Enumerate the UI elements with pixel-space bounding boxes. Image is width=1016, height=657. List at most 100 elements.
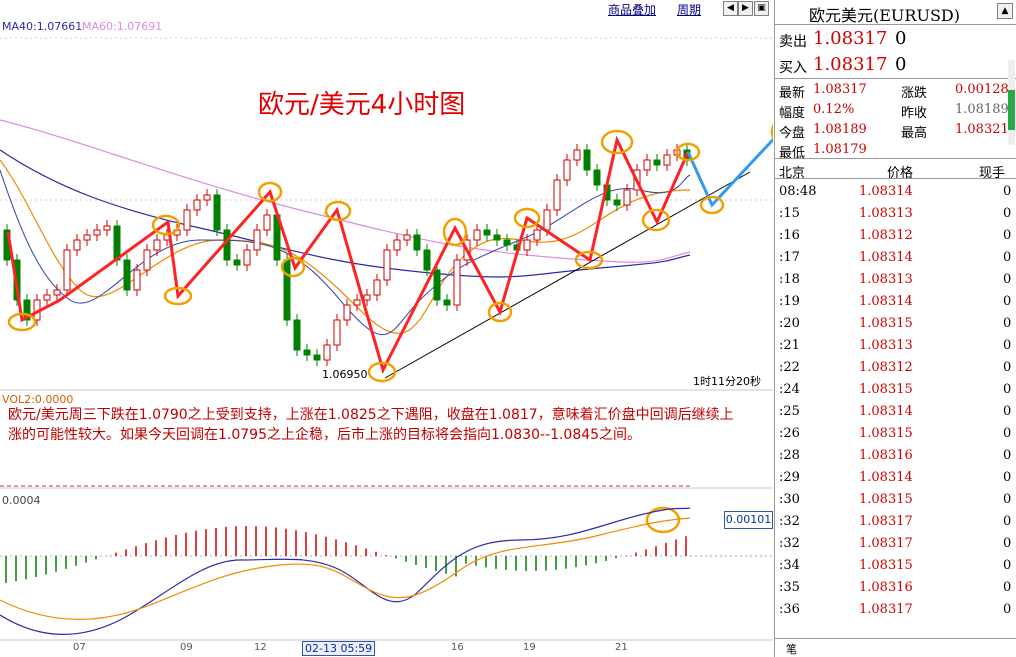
tick-time: :15 xyxy=(779,206,800,221)
chart-toolbar: MA40:1.07661 MA60:1.07691 商品叠加 周期 ◀ ▶ ▣ xyxy=(0,0,773,33)
macd-value-box: 0.00101 xyxy=(724,511,773,529)
x-tick: 07 xyxy=(73,642,86,653)
tick-time: :16 xyxy=(779,228,800,243)
candle-body xyxy=(503,239,511,246)
candle-body xyxy=(193,199,201,211)
candle-body xyxy=(373,279,381,296)
buy-label: 买入 xyxy=(779,60,807,76)
tick-qty: 0 xyxy=(1003,184,1012,199)
sell-row: 卖出 1.08317 0 xyxy=(775,26,1016,52)
tick-time: :30 xyxy=(779,492,800,507)
candle-body xyxy=(83,234,91,241)
candle-body xyxy=(293,319,301,351)
tick-price: 1.08315 xyxy=(859,382,913,397)
x-tick: 19 xyxy=(523,642,536,653)
candle-body xyxy=(123,259,131,291)
tick-time: :28 xyxy=(779,448,800,463)
tick-qty: 0 xyxy=(1003,404,1012,419)
candle-body xyxy=(143,249,151,271)
candle-body xyxy=(363,294,371,301)
scrollbar-thumb[interactable] xyxy=(1008,90,1015,130)
candle-body xyxy=(43,294,51,301)
tick-price: 1.08316 xyxy=(859,580,913,595)
tick-time: :18 xyxy=(779,272,800,287)
tick-price: 1.08317 xyxy=(859,536,913,551)
candle-body xyxy=(103,225,111,231)
tick-row: :21 1.08313 0 xyxy=(775,336,1011,358)
tick-qty: 0 xyxy=(1003,250,1012,265)
ma60-legend: MA60:1.07691 xyxy=(82,20,163,33)
tick-row: :35 1.08316 0 xyxy=(775,578,1011,600)
tick-row: :25 1.08314 0 xyxy=(775,402,1011,424)
stat-value: 0.00128 xyxy=(955,82,1009,97)
stat-value: 1.08317 xyxy=(813,82,867,97)
stat-value: 1.08179 xyxy=(813,142,867,157)
tick-row: :32 1.08317 0 xyxy=(775,512,1011,534)
tick-row: :19 1.08314 0 xyxy=(775,292,1011,314)
candle-body xyxy=(133,269,141,291)
candle-body xyxy=(453,259,461,306)
tick-row: :36 1.08317 0 xyxy=(775,600,1011,622)
buy-price: 1.08317 xyxy=(813,54,888,75)
candlesticks xyxy=(3,144,691,366)
candle-body xyxy=(263,214,271,231)
tick-row: :15 1.08313 0 xyxy=(775,204,1011,226)
stat-value: 0.12% xyxy=(813,102,855,117)
zoom-icon[interactable]: ▣ xyxy=(754,1,769,16)
tick-qty: 0 xyxy=(1003,338,1012,353)
chart-area[interactable]: MA40:1.07661 MA60:1.07691 商品叠加 周期 ◀ ▶ ▣ … xyxy=(0,0,773,657)
tick-price: 1.08317 xyxy=(859,602,913,617)
tick-time: :17 xyxy=(779,250,800,265)
tick-qty: 0 xyxy=(1003,492,1012,507)
tick-price: 1.08317 xyxy=(859,514,913,529)
tick-time: :24 xyxy=(779,382,800,397)
stats-row: 最新 1.08317 涨跌 0.00128 xyxy=(775,80,1016,101)
macd-histogram xyxy=(5,526,687,583)
tick-time: :22 xyxy=(779,360,800,375)
x-tick: 12 xyxy=(254,642,267,653)
candle-body xyxy=(63,249,71,291)
candle-body xyxy=(553,179,561,211)
stat-label: 今盘 xyxy=(779,126,806,141)
panel-header: 欧元美元(EURUSD) ▲ xyxy=(775,0,1016,25)
tick-time: :19 xyxy=(779,294,800,309)
sell-qty: 0 xyxy=(895,28,907,49)
tick-price: 1.08312 xyxy=(859,360,913,375)
tick-qty: 0 xyxy=(1003,602,1012,617)
tick-table-header: 北京 价格 现手 xyxy=(775,161,1016,181)
candle-body xyxy=(653,159,661,166)
scroll-right-icon[interactable]: ▶ xyxy=(738,1,753,16)
tick-row: 08:48 1.08314 0 xyxy=(775,182,1011,204)
candle-body xyxy=(623,189,631,206)
candle-body xyxy=(343,304,351,321)
tick-row: :22 1.08312 0 xyxy=(775,358,1011,380)
tick-time: :20 xyxy=(779,316,800,331)
candle-body xyxy=(443,299,451,306)
panel-toggle-icon[interactable]: ▲ xyxy=(997,3,1013,19)
candle-body xyxy=(243,249,251,266)
candle-body xyxy=(73,239,81,251)
tick-price: 1.08316 xyxy=(859,448,913,463)
tick-qty: 0 xyxy=(1003,558,1012,573)
tick-qty: 0 xyxy=(1003,316,1012,331)
candle-body xyxy=(473,229,481,241)
macd-dea-line xyxy=(0,517,691,621)
candle-body xyxy=(493,234,501,241)
projection-arrows xyxy=(686,137,773,208)
candle-body xyxy=(413,234,421,251)
tick-row: :20 1.08315 0 xyxy=(775,314,1011,336)
tick-price: 1.08315 xyxy=(859,558,913,573)
tick-time: :25 xyxy=(779,404,800,419)
period-button[interactable]: 周期 xyxy=(677,1,701,18)
candle-body xyxy=(393,239,401,251)
candle-body xyxy=(663,154,671,166)
overlay-button[interactable]: 商品叠加 xyxy=(608,1,656,18)
tick-row: :16 1.08312 0 xyxy=(775,226,1011,248)
candle-body xyxy=(153,239,161,251)
tick-row: :29 1.08314 0 xyxy=(775,468,1011,490)
scroll-left-icon[interactable]: ◀ xyxy=(723,1,738,16)
tick-time: :32 xyxy=(779,514,800,529)
tab-ticks[interactable]: 笔 xyxy=(774,640,814,657)
tick-qty: 0 xyxy=(1003,228,1012,243)
tick-price: 1.08313 xyxy=(859,206,913,221)
